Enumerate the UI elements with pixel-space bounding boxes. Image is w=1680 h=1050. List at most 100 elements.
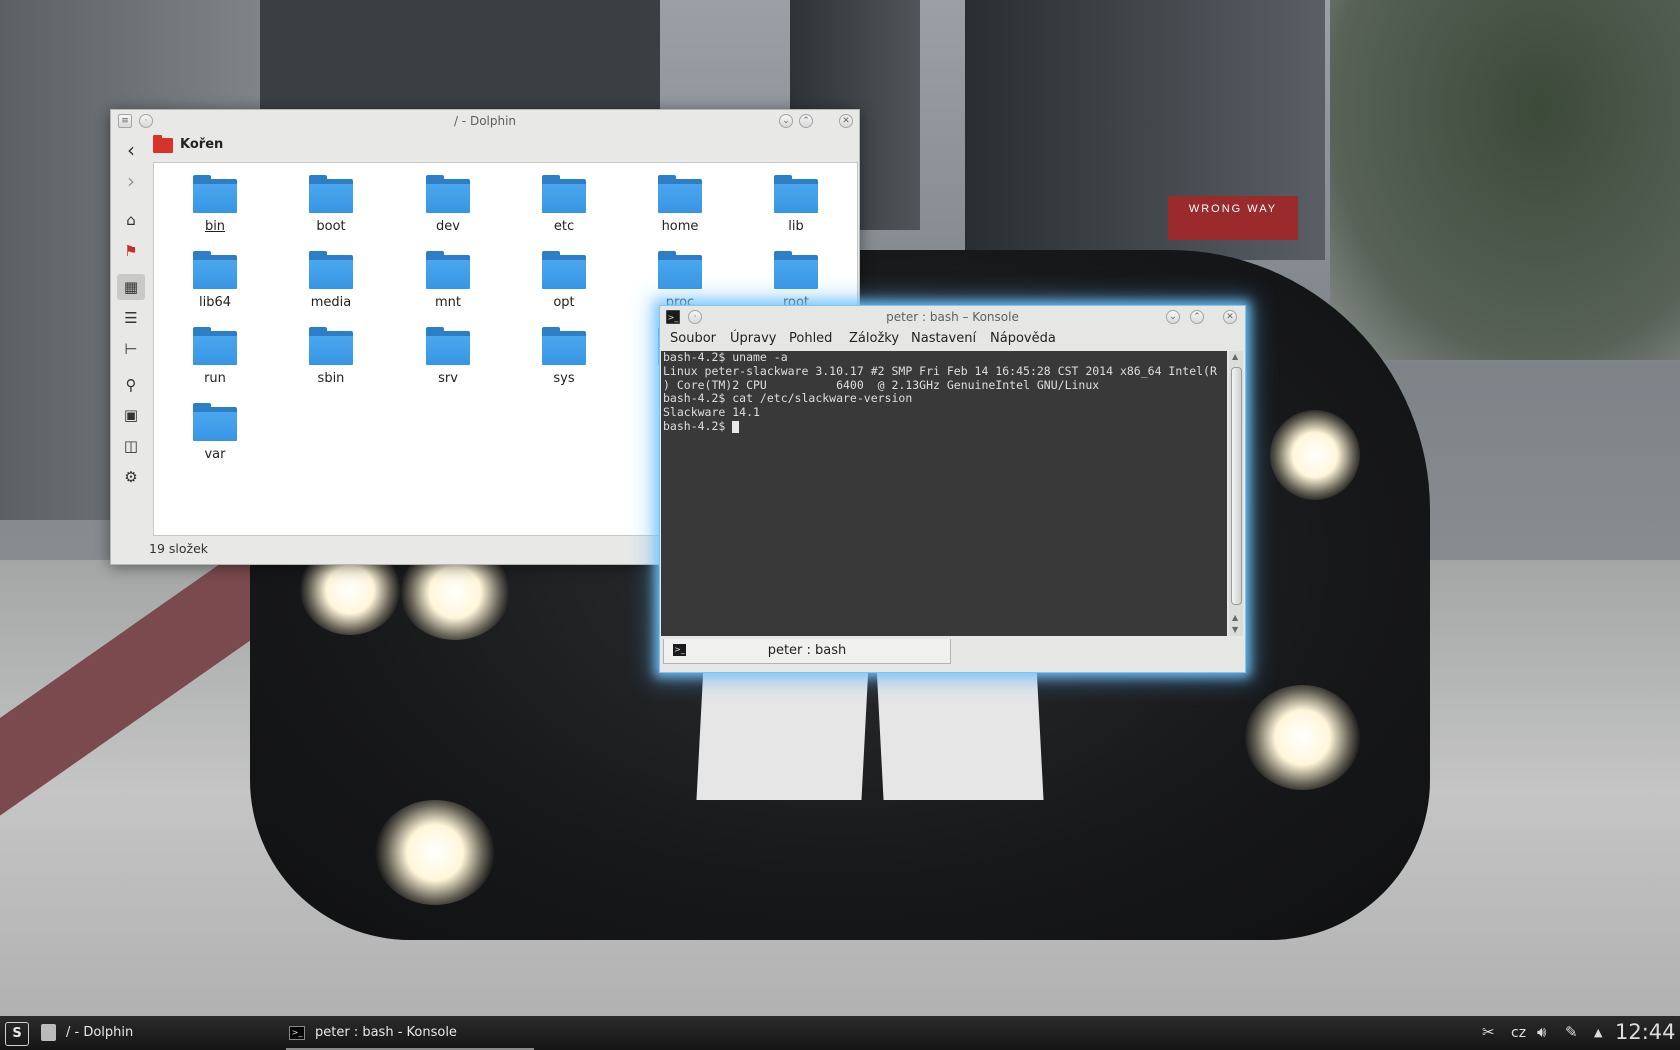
search-icon[interactable]: ⚲ [117, 372, 145, 398]
konsole-menubar: Soubor Úpravy Pohled Záložky Nastavení N… [660, 328, 1245, 350]
clock[interactable]: 12:44 [1615, 1020, 1676, 1044]
taskbar-task-dolphin[interactable]: / - Dolphin [38, 1016, 276, 1050]
scissors-icon[interactable]: ✂ [1482, 1023, 1495, 1041]
folder-item[interactable]: run [170, 327, 260, 386]
application-launcher-icon[interactable]: S [5, 1022, 29, 1046]
folder-label: lib64 [198, 295, 232, 310]
folder-icon [193, 251, 237, 289]
terminal-line: Slackware 14.1 [663, 405, 760, 420]
konsole-window[interactable]: >_ · peter : bash – Konsole ⌄ ⌃ ✕ Soubor… [659, 305, 1246, 673]
folder-icon [542, 175, 586, 213]
wallpaper-wrong-way-sign: WRONG WAY [1168, 196, 1298, 240]
folder-label: sbin [317, 371, 345, 386]
folder-item[interactable]: dev [403, 175, 493, 234]
folder-icon [426, 175, 470, 213]
folder-icon [542, 251, 586, 289]
folder-label: lib [788, 219, 804, 234]
konsole-titlebar[interactable]: >_ · peter : bash – Konsole ⌄ ⌃ ✕ [660, 306, 1245, 328]
folder-item[interactable]: boot [286, 175, 376, 234]
folder-icon [193, 175, 237, 213]
settings-icon[interactable]: ⚙ [117, 464, 145, 490]
folder-label: var [204, 447, 226, 462]
terminal-scrollbar[interactable]: ▲ ▲ ▼ [1229, 351, 1243, 636]
folder-item[interactable]: etc [519, 175, 609, 234]
menu-soubor[interactable]: Soubor [670, 331, 716, 346]
folder-icon [193, 327, 237, 365]
folder-item[interactable]: bin [170, 175, 260, 234]
scrollbar-thumb[interactable] [1231, 367, 1242, 605]
folder-item[interactable]: var [170, 403, 260, 462]
folder-icon [658, 175, 702, 213]
split-view-icon[interactable]: ◫ [117, 433, 145, 459]
icons-view-button[interactable]: ▦ [117, 274, 145, 300]
konsole-tabbar: >_ peter : bash [660, 639, 1245, 669]
chevron-up-icon[interactable]: ▲ [1594, 1026, 1602, 1039]
folder-icon [426, 251, 470, 289]
folder-item[interactable]: lib64 [170, 251, 260, 310]
folder-label: media [310, 295, 352, 310]
folder-icon [309, 327, 353, 365]
menu-napoveda[interactable]: Nápověda [990, 331, 1056, 346]
menu-nastaveni[interactable]: Nastavení [911, 331, 976, 346]
forward-button[interactable]: › [117, 168, 145, 194]
folder-icon [774, 175, 818, 213]
window-title: peter : bash – Konsole [886, 310, 1019, 324]
terminal-line: bash-4.2$ cat /etc/slackware-version [663, 391, 913, 406]
maximize-button[interactable]: ⌃ [799, 114, 813, 128]
scroll-up-icon[interactable]: ▲ [1232, 352, 1238, 361]
wallpaper-building-center [260, 0, 660, 110]
session-tab[interactable]: >_ peter : bash [663, 639, 951, 664]
menu-zalozky[interactable]: Záložky [849, 331, 899, 346]
menu-upravy[interactable]: Úpravy [730, 331, 776, 346]
window-menu-button[interactable]: ≡ [118, 114, 132, 128]
close-button[interactable]: ✕ [839, 114, 853, 128]
bookmark-icon[interactable]: ⚑ [117, 238, 145, 264]
terminal-cursor [732, 420, 740, 433]
dolphin-toolbar: ‹ › ⌂ ⚑ ▦ ☰ ⊢ ⚲ ▣ ◫ ⚙ [111, 132, 153, 564]
menu-pohled[interactable]: Pohled [789, 331, 832, 346]
folder-item[interactable]: proc [635, 251, 725, 310]
folder-item[interactable]: sys [519, 327, 609, 386]
volume-icon[interactable]: 🔊︎ [1537, 1023, 1546, 1041]
folder-item[interactable]: media [286, 251, 376, 310]
terminal-output[interactable]: bash-4.2$ uname -a Linux peter-slackware … [661, 351, 1227, 636]
tree-view-button[interactable]: ⊢ [117, 336, 145, 362]
scroll-up-icon[interactable]: ▲ [1232, 613, 1238, 622]
close-button[interactable]: ✕ [1223, 310, 1237, 324]
folder-icon [658, 251, 702, 289]
terminal-prompt: bash-4.2$ [663, 418, 733, 433]
folder-icon [309, 175, 353, 213]
wallpaper-foglight [1245, 685, 1360, 790]
folder-item[interactable]: srv [403, 327, 493, 386]
on-all-desktops-button[interactable]: · [139, 114, 153, 128]
folder-item[interactable]: home [635, 175, 725, 234]
folder-item[interactable]: sbin [286, 327, 376, 386]
folder-label: boot [316, 219, 346, 234]
minimize-button[interactable]: ⌄ [1166, 310, 1180, 324]
folder-label: bin [204, 219, 226, 234]
folder-label: mnt [435, 295, 461, 310]
taskbar-task-konsole[interactable]: >_ peter : bash - Konsole [286, 1016, 534, 1050]
folder-item[interactable]: mnt [403, 251, 493, 310]
details-view-button[interactable]: ☰ [117, 305, 145, 331]
back-button[interactable]: ‹ [117, 137, 145, 163]
keyboard-layout[interactable]: cz [1511, 1025, 1526, 1041]
window-title: / - Dolphin [453, 114, 517, 128]
network-icon[interactable]: ✎ [1565, 1023, 1578, 1041]
status-bar-text: 19 složek [149, 541, 209, 556]
wallpaper-hood-stripe [696, 665, 869, 800]
scroll-down-icon[interactable]: ▼ [1232, 625, 1238, 634]
folder-item[interactable]: opt [519, 251, 609, 310]
folder-item[interactable]: lib [751, 175, 841, 234]
terminal-icon[interactable]: >_ [666, 310, 680, 324]
preview-icon[interactable]: ▣ [117, 402, 145, 428]
on-all-desktops-button[interactable]: · [688, 310, 702, 324]
minimize-button[interactable]: ⌄ [779, 114, 793, 128]
folder-label: opt [553, 295, 575, 310]
folder-item[interactable]: root [751, 251, 841, 310]
location-breadcrumb[interactable]: Kořen [180, 137, 223, 152]
task-label: / - Dolphin [66, 1025, 134, 1040]
maximize-button[interactable]: ⌃ [1190, 310, 1204, 324]
dolphin-titlebar[interactable]: ≡ · / - Dolphin ⌄ ⌃ ✕ [111, 110, 859, 132]
home-icon[interactable]: ⌂ [117, 207, 145, 233]
